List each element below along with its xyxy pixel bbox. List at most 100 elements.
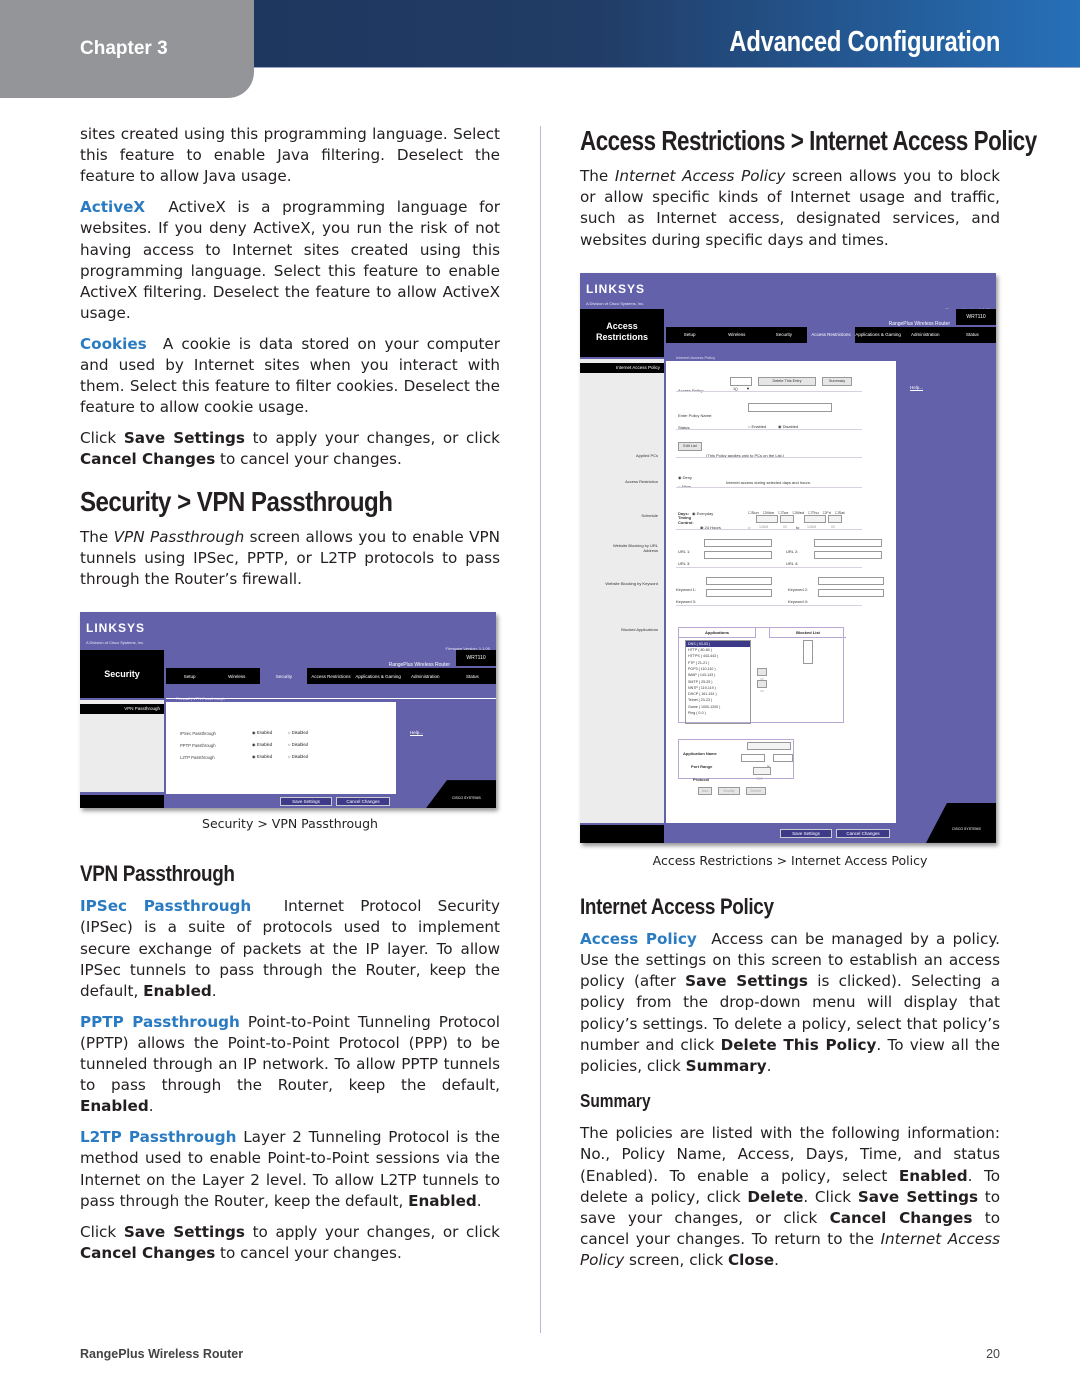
nav-tab[interactable]: Wireless	[213, 668, 260, 684]
nav-tab[interactable]: Applications & Gaming	[855, 327, 902, 343]
custom-app-table: Application Name Port Range to Protocol …	[678, 738, 794, 782]
nav-tab-active[interactable]: Access Restrictions	[807, 326, 855, 343]
iap-figure-caption: Access Restrictions > Internet Access Po…	[652, 852, 928, 868]
keyword4-label: Keyword 4:	[788, 598, 809, 604]
apps-header: Applications	[679, 627, 756, 638]
nav-tab[interactable]: Administration	[902, 327, 949, 343]
nav-tab[interactable]: Security	[760, 327, 807, 343]
iap-subheading: Internet Access Policy	[580, 893, 774, 919]
apps-list: DNS ( 53-53 ) HTTP ( 80-80 ) HTTPS ( 443-4…	[686, 640, 750, 717]
radio-label: Disabled	[291, 754, 308, 760]
l2tp-enabled-radio[interactable]: ◉ Enabled	[252, 746, 272, 767]
nav-tab[interactable]: Setup	[166, 668, 213, 684]
help-link[interactable]: Help...	[910, 377, 923, 398]
time-range-radio[interactable]: ○	[748, 517, 750, 538]
status-label: Status:	[678, 424, 691, 430]
24-hours-radio[interactable]: ◉ 24 Hours	[700, 517, 721, 538]
delete-entry-button[interactable]: Delete This Entry	[758, 376, 816, 386]
select-value: 00	[783, 524, 787, 529]
restriction-note: Internet access during selected days and…	[726, 479, 811, 485]
nav-tab[interactable]: Status	[449, 668, 496, 684]
status-disabled-radio[interactable]: ◉ Disabled	[778, 416, 798, 437]
access-restriction-label: Access Restriction	[625, 478, 658, 484]
app-name-input[interactable]	[747, 741, 791, 750]
url1-input[interactable]	[704, 538, 772, 547]
nav-tab[interactable]: Setup	[666, 327, 713, 343]
from-min-select[interactable]: 00	[780, 514, 794, 529]
text: Click	[80, 429, 124, 448]
rule	[676, 456, 862, 458]
ipsec-paragraph: IPSec Passthrough Internet Protocol Secu…	[80, 896, 500, 1002]
bold-save-settings: Save Settings	[857, 1187, 979, 1206]
port-end-input[interactable]	[773, 753, 793, 762]
url-blocking-label: Website Blocking by URL Address	[612, 542, 658, 553]
modify-app-button[interactable]: Modify	[718, 786, 740, 795]
from-hour-select[interactable]: 12AM	[756, 514, 778, 529]
help-link[interactable]: Help...	[410, 722, 423, 743]
vpn-subheading: VPN Passthrough	[80, 861, 235, 887]
access-policy-term: Access Policy	[580, 929, 697, 948]
cancel-changes-button[interactable]: Cancel Changes	[836, 828, 890, 838]
l2tp-term: L2TP Passthrough	[80, 1128, 237, 1147]
help-pane	[898, 360, 996, 823]
keyword4-input[interactable]	[818, 588, 884, 597]
edit-list-button[interactable]: Edit List	[678, 441, 702, 451]
nav-tab[interactable]: Wireless	[713, 327, 760, 343]
radio-label: Enabled	[256, 754, 273, 760]
keyword2-input[interactable]	[818, 576, 884, 585]
url2-input[interactable]	[814, 538, 882, 547]
url4-label: URL 4:	[786, 560, 799, 566]
save-settings-button[interactable]: Save Settings	[280, 797, 332, 807]
model-name: WRT110	[456, 650, 496, 667]
text: .	[148, 1097, 154, 1116]
nav-tab-active[interactable]: Security	[260, 668, 308, 685]
applications-listbox[interactable]: DNS ( 53-53 ) HTTP ( 80-80 ) HTTPS ( 443-4…	[685, 639, 751, 724]
nav-tab[interactable]: Administration	[402, 668, 449, 684]
application-option[interactable]: Ping ( 0-0 )	[686, 710, 750, 716]
activex-term: ActiveX	[80, 198, 146, 217]
save-settings-button[interactable]: Save Settings	[780, 828, 832, 838]
bold-save-settings: Save Settings	[123, 429, 245, 448]
text: to apply your changes, or click	[244, 429, 500, 448]
url4-input[interactable]	[814, 550, 882, 559]
text: .	[774, 1251, 779, 1270]
left-pane	[580, 358, 664, 823]
delete-app-button[interactable]: Delete	[746, 786, 766, 795]
rule	[676, 428, 862, 430]
text: screen, click	[624, 1251, 728, 1270]
rule	[166, 698, 496, 700]
bold-cancel-changes: Cancel Changes	[829, 1209, 973, 1228]
add-app-button[interactable]: Add	[698, 786, 712, 795]
keyword3-input[interactable]	[706, 588, 772, 597]
keyword1-input[interactable]	[706, 576, 772, 585]
activex-text: ActiveX is a programming language for we…	[80, 198, 501, 323]
l2tp-disabled-radio[interactable]: ○ Disabled	[288, 746, 308, 767]
chevron-down-icon: ▼	[746, 385, 750, 391]
url3-input[interactable]	[704, 550, 772, 559]
status-enabled-radio[interactable]: ○ Enabled	[748, 416, 766, 437]
to-min-select[interactable]: 00	[828, 514, 842, 529]
protocol-select[interactable]: TCP	[753, 766, 771, 781]
nav-tab[interactable]: Access Restrictions	[307, 668, 354, 684]
rule	[676, 604, 862, 606]
nav-tab[interactable]: Status	[949, 327, 996, 343]
to-hour-select[interactable]: 12AM	[804, 514, 826, 529]
blocked-listbox[interactable]	[803, 639, 813, 664]
pptp-paragraph: PPTP Passthrough Point-to-Point Tunnelin…	[80, 1012, 500, 1118]
summary-button[interactable]: Summary	[822, 376, 852, 386]
cancel-changes-button[interactable]: Cancel Changes	[336, 797, 390, 807]
activex-paragraph: ActiveX ActiveX is a programming languag…	[80, 197, 500, 324]
port-start-input[interactable]	[741, 753, 765, 762]
vpn-figure-caption: Security > VPN Passthrough	[202, 816, 378, 832]
right-column: Access Restrictions > Internet Access Po…	[580, 124, 1037, 1281]
applied-pcs-label: Applied PCs	[635, 452, 658, 458]
summary-heading: Summary	[580, 1091, 651, 1112]
move-right-button[interactable]: >>	[757, 667, 767, 681]
policy-name-input[interactable]	[748, 402, 832, 412]
move-left-button[interactable]: <<	[757, 679, 767, 693]
bold-enabled: Enabled	[80, 1097, 149, 1116]
policy-select[interactable]: 1() ▼	[730, 376, 752, 391]
nav-tab[interactable]: Applications & Gaming	[355, 668, 402, 684]
bold-summary: Summary	[685, 1057, 767, 1076]
timing-label: Timing Control:	[678, 514, 694, 525]
